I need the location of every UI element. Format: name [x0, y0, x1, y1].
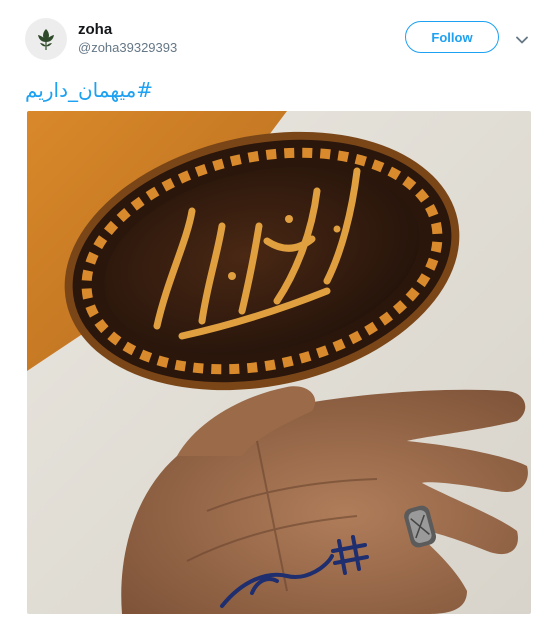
leaf-icon: [38, 29, 54, 50]
chevron-down-icon: [516, 36, 528, 44]
user-handle[interactable]: @zoha39329393: [78, 40, 177, 55]
tweet-card: zoha @zoha39329393 Follow #میهمان_داریم: [0, 0, 552, 619]
display-name[interactable]: zoha: [78, 21, 112, 38]
tweet-photo[interactable]: [27, 111, 531, 614]
follow-button[interactable]: Follow: [405, 21, 499, 53]
hashtag-link[interactable]: #میهمان_داریم: [25, 78, 153, 102]
more-menu-button[interactable]: [512, 30, 532, 50]
avatar[interactable]: [25, 18, 67, 60]
